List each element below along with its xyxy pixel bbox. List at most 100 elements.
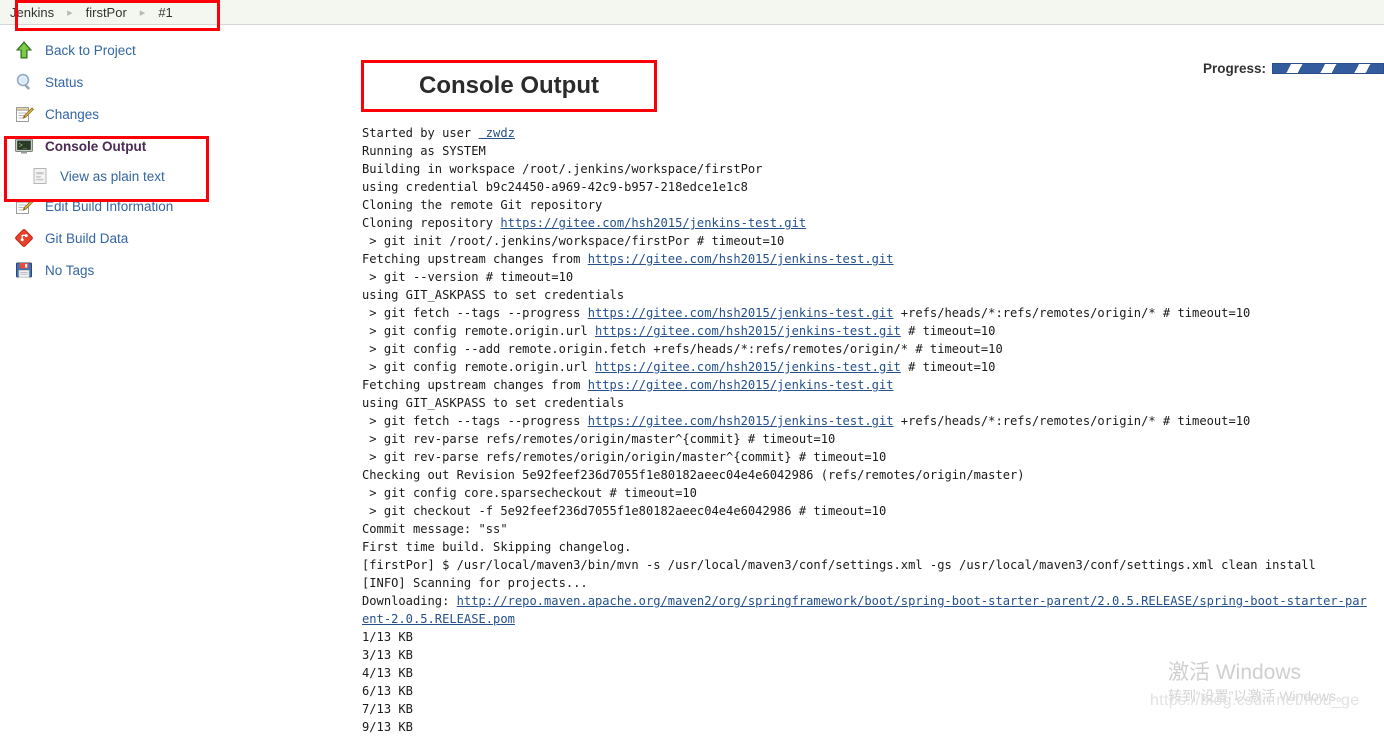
console-line: > git config remote.origin.url https://g… [362, 322, 1372, 340]
console-text: using GIT_ASKPASS to set credentials [362, 396, 632, 410]
console-line: using GIT_ASKPASS to set credentials [362, 394, 1372, 412]
console-text: First time build. Skipping changelog. [362, 540, 632, 554]
console-line: Checking out Revision 5e92feef236d7055f1… [362, 466, 1372, 484]
up-arrow-icon [14, 40, 34, 60]
console-text: Building in workspace /root/.jenkins/wor… [362, 162, 763, 176]
console-text: using credential b9c24450-a969-42c9-b957… [362, 180, 748, 194]
sidebar-item-view-as-plain-text[interactable]: View as plain text [0, 162, 240, 190]
sidebar-item-status[interactable]: Status [0, 66, 240, 98]
console-text: 6/13 KB [362, 684, 413, 698]
console-line: Building in workspace /root/.jenkins/wor… [362, 160, 1372, 178]
console-line: > git rev-parse refs/remotes/origin/orig… [362, 448, 1372, 466]
git-diamond-icon [14, 228, 34, 248]
console-line: 4/13 KB [362, 664, 1372, 682]
page-title: Console Output [419, 72, 599, 99]
sidebar-item-back-to-project[interactable]: Back to Project [0, 34, 240, 66]
sidebar-item-label: Back to Project [45, 42, 136, 58]
svg-text:>_: >_ [19, 143, 28, 151]
console-text: > git config remote.origin.url [362, 324, 595, 338]
sidebar-item-no-tags[interactable]: No Tags [0, 254, 240, 286]
breadcrumb-item-1[interactable]: Jenkins [8, 5, 56, 20]
sidebar-item-git-build-data[interactable]: Git Build Data [0, 222, 240, 254]
console-line: [firstPor] $ /usr/local/maven3/bin/mvn -… [362, 556, 1372, 574]
console-line: > git fetch --tags --progress https://gi… [362, 304, 1372, 322]
console-line: using GIT_ASKPASS to set credentials [362, 286, 1372, 304]
breadcrumb: Jenkins ▸ firstPor ▸ #1 [8, 3, 175, 21]
magnifier-icon [14, 72, 34, 92]
sidebar-item-label: Console Output [45, 138, 147, 154]
console-text: > git fetch --tags --progress [362, 306, 588, 320]
console-line: [INFO] Scanning for projects... [362, 574, 1372, 592]
console-link[interactable]: https://gitee.com/hsh2015/jenkins-test.g… [588, 414, 894, 428]
console-text: Fetching upstream changes from [362, 252, 588, 266]
console-line: > git checkout -f 5e92feef236d7055f1e801… [362, 502, 1372, 520]
sidebar-item-changes[interactable]: Changes [0, 98, 240, 130]
notepad-pencil-icon [14, 196, 35, 216]
console-text: # timeout=10 [900, 360, 996, 374]
console-line: > git config --add remote.origin.fetch +… [362, 340, 1372, 358]
console-line: 9/13 KB [362, 718, 1372, 736]
notepad-pencil-icon [14, 104, 35, 124]
console-line: > git fetch --tags --progress https://gi… [362, 412, 1372, 430]
sidebar-item-label: Status [45, 74, 84, 90]
console-line: First time build. Skipping changelog. [362, 538, 1372, 556]
console-line: Downloading: http://repo.maven.apache.or… [362, 592, 1372, 628]
console-text: Cloning the remote Git repository [362, 198, 603, 212]
console-text: # timeout=10 [900, 324, 996, 338]
sidebar: Back to Project Status Changes >_ Console Ou… [0, 34, 240, 286]
console-line: 3/13 KB [362, 646, 1372, 664]
console-line: > git init /root/.jenkins/workspace/firs… [362, 232, 1372, 250]
console-line: Started by user zwdz [362, 124, 1372, 142]
breadcrumb-separator-icon: ▸ [67, 6, 73, 19]
console-line: Cloning the remote Git repository [362, 196, 1372, 214]
console-text: 7/13 KB [362, 702, 413, 716]
console-text: [INFO] Scanning for projects... [362, 576, 588, 590]
console-link[interactable]: zwdz [479, 126, 515, 140]
console-line: > git rev-parse refs/remotes/origin/mast… [362, 430, 1372, 448]
breadcrumb-item-3[interactable]: #1 [156, 5, 174, 20]
sidebar-item-edit-build-information[interactable]: Edit Build Information [0, 190, 240, 222]
console-text: 3/13 KB [362, 648, 413, 662]
console-text: > git rev-parse refs/remotes/origin/mast… [362, 432, 836, 446]
console-text: Downloading: [362, 594, 457, 608]
console-link[interactable]: https://gitee.com/hsh2015/jenkins-test.g… [588, 378, 894, 392]
console-output-log: Started by user zwdz Running as SYSTEM Bui… [362, 124, 1372, 736]
console-link[interactable]: https://gitee.com/hsh2015/jenkins-test.g… [500, 216, 806, 230]
breadcrumb-separator-icon: ▸ [139, 6, 146, 19]
console-text: > git config core.sparsecheckout # timeo… [362, 486, 697, 500]
progress-indicator: Progress: [1203, 61, 1384, 76]
console-line: Fetching upstream changes from https://g… [362, 376, 1372, 394]
console-text: using GIT_ASKPASS to set credentials [362, 288, 632, 302]
console-text: Running as SYSTEM [362, 144, 486, 158]
sidebar-item-label: Changes [45, 106, 100, 122]
console-text: [firstPor] $ /usr/local/maven3/bin/mvn -… [362, 558, 1316, 572]
console-text: Cloning repository [362, 216, 501, 230]
console-link[interactable]: https://gitee.com/hsh2015/jenkins-test.g… [595, 324, 901, 338]
console-line: Commit message: "ss" [362, 520, 1372, 538]
console-link[interactable]: https://gitee.com/hsh2015/jenkins-test.g… [595, 360, 901, 374]
console-text: +refs/heads/*:refs/remotes/origin/* # ti… [893, 414, 1251, 428]
console-text: Commit message: "ss" [362, 522, 508, 536]
document-icon [30, 166, 50, 186]
console-link[interactable]: http://repo.maven.apache.org/maven2/org/… [362, 594, 1367, 626]
sidebar-item-label: No Tags [45, 262, 95, 278]
console-link[interactable]: https://gitee.com/hsh2015/jenkins-test.g… [588, 252, 894, 266]
console-text: > git fetch --tags --progress [362, 414, 588, 428]
console-line: Running as SYSTEM [362, 142, 1372, 160]
console-line: using credential b9c24450-a969-42c9-b957… [362, 178, 1372, 196]
breadcrumb-item-2[interactable]: firstPor [84, 5, 129, 20]
console-line: > git config remote.origin.url https://g… [362, 358, 1372, 376]
console-line: > git config core.sparsecheckout # timeo… [362, 484, 1372, 502]
console-line: 7/13 KB [362, 700, 1372, 718]
console-text: Started by user [362, 126, 479, 140]
console-link[interactable]: https://gitee.com/hsh2015/jenkins-test.g… [588, 306, 894, 320]
console-text: > git config remote.origin.url [362, 360, 595, 374]
sidebar-item-label: Git Build Data [45, 230, 129, 246]
console-line: Cloning repository https://gitee.com/hsh… [362, 214, 1372, 232]
sidebar-item-label: Edit Build Information [45, 198, 174, 214]
console-text: +refs/heads/*:refs/remotes/origin/* # ti… [893, 306, 1251, 320]
console-text: Checking out Revision 5e92feef236d7055f1… [362, 468, 1025, 482]
console-line: 6/13 KB [362, 682, 1372, 700]
progress-label: Progress: [1202, 61, 1266, 76]
sidebar-item-console-output[interactable]: >_ Console Output [0, 130, 240, 162]
